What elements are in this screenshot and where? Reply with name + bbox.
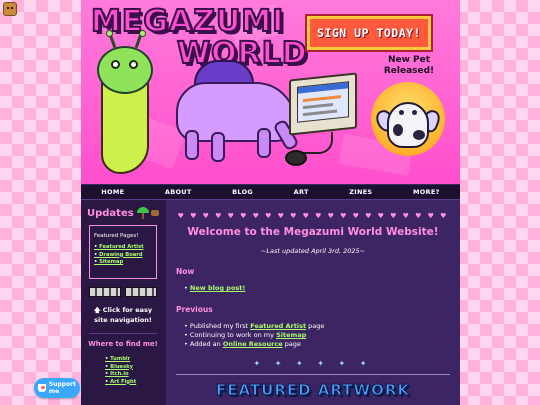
sidebar: Updates Featured Pages! Featured Artist … (81, 200, 165, 405)
palm-tree-icon (136, 207, 149, 219)
nav-about[interactable]: ABOUT (165, 188, 192, 196)
mouse-icon (285, 150, 307, 166)
signup-button[interactable]: SIGN UP TODAY! (307, 16, 431, 50)
featured-pages-box: Featured Pages! Featured Artist Drawing … (89, 225, 157, 279)
find-link-bluesky[interactable]: Bluesky (105, 364, 159, 372)
mini-pet-icon (150, 210, 159, 216)
find-link-itchio[interactable]: Itch.io (105, 371, 159, 379)
featured-link-artist[interactable]: Featured Artist (94, 244, 152, 252)
sitemap-link[interactable]: Sitemap (276, 331, 306, 339)
new-blog-post-link[interactable]: New blog post! (190, 284, 245, 292)
featured-pages-title: Featured Pages! (94, 233, 139, 239)
content-divider (176, 374, 450, 375)
nav-home[interactable]: HOME (101, 188, 124, 196)
hearts-divider: ♥ ♥ ♥ ♥ ♥ ♥ ♥ ♥ ♥ ♥ ♥ ♥ ♥ ♥ ♥ ♥ ♥ ♥ ♥ ♥ … (177, 212, 449, 220)
online-resource-link[interactable]: Online Resource (223, 340, 283, 348)
support-me-button[interactable]: Support me (34, 378, 80, 398)
nav-zines[interactable]: ZINES (349, 188, 372, 196)
star-divider: ✦ ✦ ✦ ✦ ✦ ✦ (253, 359, 373, 368)
previous-list: Published my first Featured Artist page … (184, 322, 450, 349)
find-link-tumblr[interactable]: Tumblr (105, 356, 159, 364)
main-nav: HOME ABOUT BLOG ART ZINES MORE? (81, 184, 460, 200)
find-link-artfight[interactable]: Art Fight (105, 379, 159, 387)
corner-pet-icon (3, 2, 17, 16)
last-updated: ~Last updated April 3rd, 2025~ (260, 247, 366, 255)
nav-more[interactable]: MORE? (413, 188, 440, 196)
featured-artwork-heading: FEATURED ARTWORK (215, 381, 410, 400)
find-me-heading: Where to find me! (88, 340, 158, 348)
main-content: ♥ ♥ ♥ ♥ ♥ ♥ ♥ ♥ ♥ ♥ ♥ ♥ ♥ ♥ ♥ ♥ ♥ ♥ ♥ ♥ … (165, 200, 460, 405)
now-heading: Now (176, 267, 195, 276)
nav-art[interactable]: ART (294, 188, 309, 196)
site-container: MEGAZUMI WORLD SIGN UP TODAY! New Pet Re… (81, 0, 460, 405)
sidebar-divider (89, 333, 157, 334)
find-me-list: Tumblr Bluesky Itch.io Art Fight (105, 356, 159, 386)
welcome-heading: Welcome to the Megazumi World Website! (187, 226, 439, 238)
site-title-line-1: MEGAZUMI (90, 3, 285, 40)
now-list: New blog post! (184, 284, 450, 293)
previous-heading: Previous (176, 305, 213, 314)
list-item: New blog post! (184, 284, 450, 293)
coffee-cup-icon (38, 384, 46, 392)
featured-link-sitemap[interactable]: Sitemap (94, 259, 152, 267)
featured-link-drawing-board[interactable]: Drawing Board (94, 252, 152, 260)
support-label: Support me (48, 381, 77, 395)
list-item: Published my first Featured Artist page (184, 322, 450, 331)
list-item: Added an Online Resource page (184, 340, 450, 349)
site-banner: MEGAZUMI WORLD SIGN UP TODAY! New Pet Re… (81, 0, 460, 184)
new-pet-label: New Pet Released! (383, 55, 435, 76)
web-button-2[interactable] (125, 287, 157, 297)
featured-artist-link[interactable]: Featured Artist (250, 322, 306, 330)
click-nav-hint: 🡅 Click for easy site navigation! (93, 306, 153, 324)
updates-heading: Updates (87, 207, 159, 219)
web-buttons-row (89, 287, 159, 297)
list-item: Continuing to work on my Sitemap (184, 331, 450, 340)
nav-blog[interactable]: BLOG (232, 188, 253, 196)
web-button-1[interactable] (89, 287, 121, 297)
